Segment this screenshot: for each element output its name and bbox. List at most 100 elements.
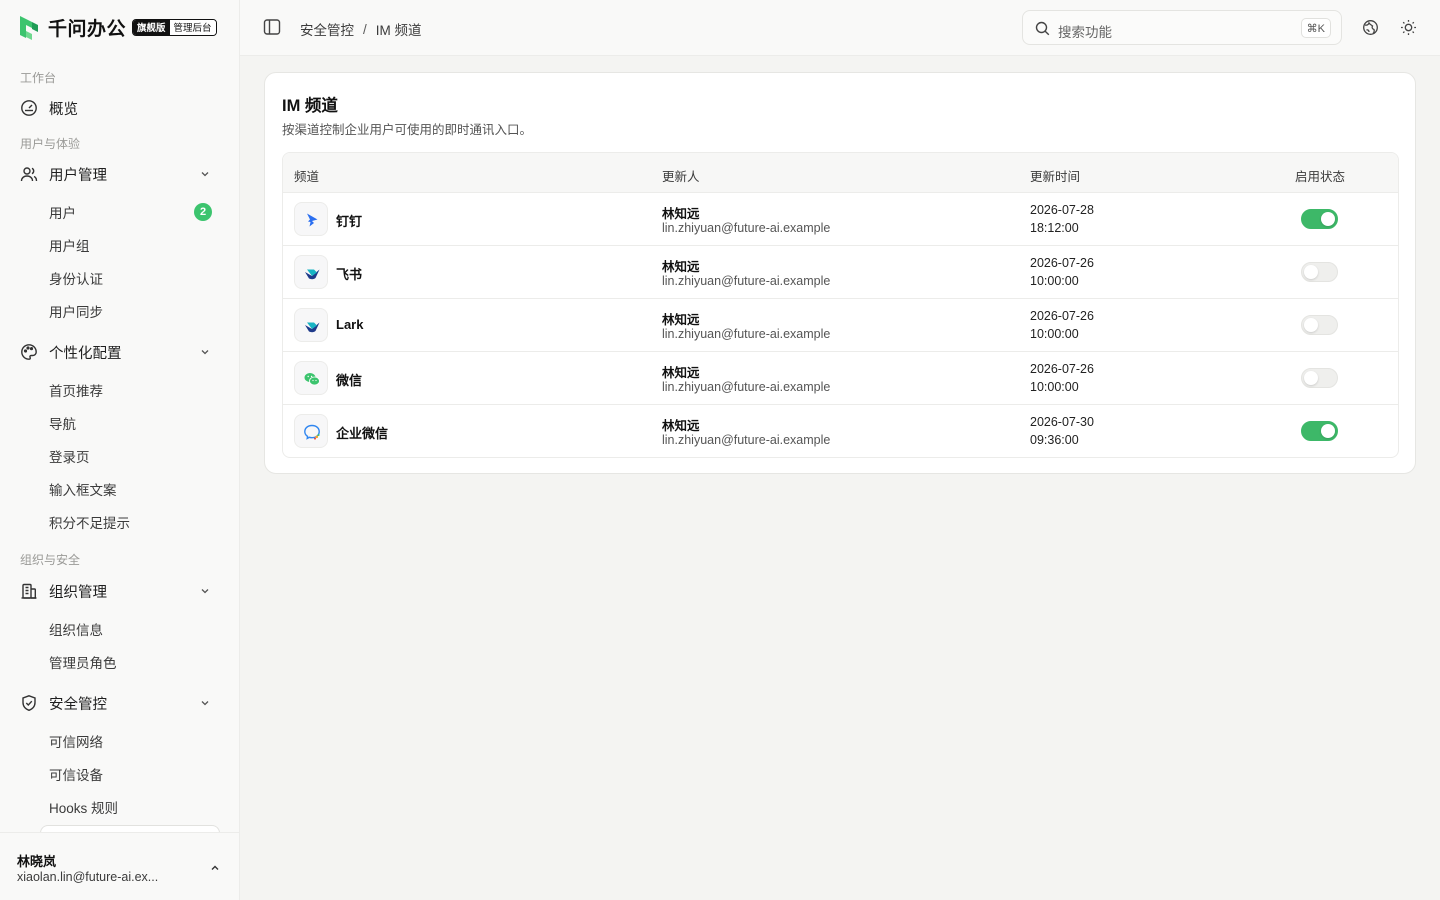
column-header-updated-time: 更新时间 (1030, 170, 1081, 184)
updater-name: 林知远 (662, 366, 700, 380)
sidebar-active-item-edge[interactable] (40, 825, 220, 832)
wecom-icon (304, 424, 320, 440)
breadcrumb-current: IM 频道 (375, 23, 422, 38)
lark-icon (305, 322, 320, 333)
wechat-icon (304, 373, 320, 386)
sidebar-item-user-sync[interactable]: 用户同步 (8, 296, 230, 326)
table-row: Lark 林知远 lin.zhiyuan@future-ai.example 2… (283, 299, 1398, 352)
sidebar-item-label: 首页推荐 (49, 384, 103, 399)
updater-name: 林知远 (662, 207, 700, 221)
sidebar-item-users[interactable]: 用户 2 (8, 197, 230, 227)
users-icon (20, 167, 38, 182)
search-input[interactable]: 搜索功能 ⌘K (1022, 10, 1342, 45)
enable-toggle[interactable] (1301, 209, 1338, 229)
sidebar-group-security[interactable]: 安全管控 (8, 685, 230, 721)
column-header-status: 启用状态 (1295, 170, 1346, 184)
section-label-users-experience: 用户与体验 (20, 137, 81, 151)
sidebar-item-label: 组织信息 (49, 623, 103, 638)
user-menu[interactable]: 林晓岚 xiaolan.lin@future-ai.ex... (0, 832, 239, 900)
breadcrumb-parent[interactable]: 安全管控 (300, 19, 354, 39)
brand-name: 千问办公 (48, 18, 127, 40)
palette-icon (21, 344, 37, 360)
feishu-icon (305, 269, 320, 280)
table-row: 钉钉 林知远 lin.zhiyuan@future-ai.example 202… (283, 193, 1398, 246)
sidebar-item-label: 用户同步 (49, 305, 103, 320)
language-globe-icon[interactable] (1362, 19, 1379, 36)
updated-date: 2026-07-26 (1030, 362, 1094, 376)
sidebar-item-trusted-devices[interactable]: 可信设备 (8, 759, 230, 789)
section-label-workspace: 工作台 (20, 71, 57, 85)
sidebar-item-overview[interactable]: 概览 (8, 90, 230, 126)
table-row: 企业微信 林知远 lin.zhiyuan@future-ai.example 2… (283, 405, 1398, 457)
brand-mark-icon (20, 16, 38, 40)
updater-name: 林知远 (662, 313, 700, 327)
user-name: 林晓岚 (17, 854, 57, 869)
channel-name: 企业微信 (336, 426, 389, 441)
sidebar-item-hooks-rules[interactable]: Hooks 规则 (8, 792, 230, 822)
updated-date: 2026-07-28 (1030, 203, 1094, 217)
sidebar-item-home-recommend[interactable]: 首页推荐 (8, 375, 230, 405)
toggle-knob (1321, 424, 1335, 438)
channel-icon-box (294, 308, 328, 342)
channels-table: 频道 更新人 更新时间 启用状态 钉钉 林知远 lin.zhiyuan@futu… (282, 152, 1399, 458)
enable-toggle[interactable] (1301, 421, 1338, 441)
sidebar-group-label: 安全管控 (49, 696, 107, 713)
building-icon (21, 583, 37, 599)
dingtalk-icon (307, 213, 318, 227)
section-label-org-security: 组织与安全 (20, 553, 81, 567)
sidebar-item-org-info[interactable]: 组织信息 (8, 614, 230, 644)
sidebar-group-org-mgmt[interactable]: 组织管理 (8, 573, 230, 609)
updater-name: 林知远 (662, 260, 700, 274)
sidebar-item-label: 登录页 (49, 450, 90, 465)
edition-label: 旗舰版 (133, 19, 170, 35)
sidebar-item-identity-auth[interactable]: 身份认证 (8, 263, 230, 293)
enable-toggle[interactable] (1301, 262, 1338, 282)
sidebar-item-label: 管理员角色 (49, 656, 117, 671)
search-shortcut: ⌘K (1300, 18, 1331, 38)
user-email: xiaolan.lin@future-ai.ex... (17, 870, 159, 884)
sidebar-group-personalization[interactable]: 个性化配置 (8, 334, 230, 370)
theme-sun-icon[interactable] (1400, 19, 1417, 36)
brand-logo[interactable]: 千问办公 旗舰版 管理后台 (17, 13, 217, 41)
updater-email: lin.zhiyuan@future-ai.example (662, 274, 831, 288)
sidebar-group-label: 用户管理 (49, 167, 107, 184)
sidebar-item-label: 积分不足提示 (49, 516, 130, 531)
sidebar-item-input-copy[interactable]: 输入框文案 (8, 474, 230, 504)
sidebar-group-label: 个性化配置 (49, 345, 122, 362)
sidebar-item-label: 用户组 (49, 239, 90, 254)
updated-time: 10:00:00 (1030, 274, 1079, 288)
channel-icon-box (294, 255, 328, 289)
sidebar-item-trusted-network[interactable]: 可信网络 (8, 726, 230, 756)
table-row: 飞书 林知远 lin.zhiyuan@future-ai.example 202… (283, 246, 1398, 299)
sidebar-toggle-icon[interactable] (263, 18, 281, 36)
sidebar-nav: 工作台 概览 用户与体验 用户管理 用户 2 用户组 身份认证 用户同步 个性化… (0, 62, 239, 832)
enable-toggle[interactable] (1301, 368, 1338, 388)
sidebar-item-label: 概览 (49, 101, 78, 118)
sidebar-item-points-warning[interactable]: 积分不足提示 (8, 507, 230, 537)
column-header-updater: 更新人 (662, 170, 700, 184)
updated-date: 2026-07-26 (1030, 309, 1094, 323)
sidebar-item-label: 导航 (49, 417, 76, 432)
search-placeholder: 搜索功能 (1058, 25, 1112, 40)
sidebar-item-login-page[interactable]: 登录页 (8, 441, 230, 471)
count-badge: 2 (194, 203, 212, 221)
sidebar-group-user-mgmt[interactable]: 用户管理 (8, 156, 230, 192)
enable-toggle[interactable] (1301, 315, 1338, 335)
sidebar-item-navigation[interactable]: 导航 (8, 408, 230, 438)
channel-name: Lark (336, 317, 364, 332)
updated-date: 2026-07-26 (1030, 256, 1094, 270)
admin-label: 管理后台 (169, 19, 216, 35)
toggle-knob (1304, 371, 1318, 385)
sidebar-item-user-groups[interactable]: 用户组 (8, 230, 230, 260)
gauge-icon (21, 100, 37, 116)
chevron-down-icon (201, 172, 209, 177)
search-icon (1035, 21, 1050, 36)
sidebar-item-label: 可信设备 (49, 768, 103, 783)
page-title: IM 频道 (282, 97, 338, 115)
updater-email: lin.zhiyuan@future-ai.example (662, 327, 831, 341)
sidebar-item-admin-roles[interactable]: 管理员角色 (8, 647, 230, 677)
shield-check-icon (22, 695, 36, 712)
updater-name: 林知远 (662, 419, 700, 433)
sidebar: 千问办公 旗舰版 管理后台 工作台 概览 用户与体验 用户管理 用户 2 用户组… (0, 0, 240, 900)
im-channels-card: IM 频道 按渠道控制企业用户可使用的即时通讯入口。 频道 更新人 更新时间 启… (264, 72, 1416, 474)
